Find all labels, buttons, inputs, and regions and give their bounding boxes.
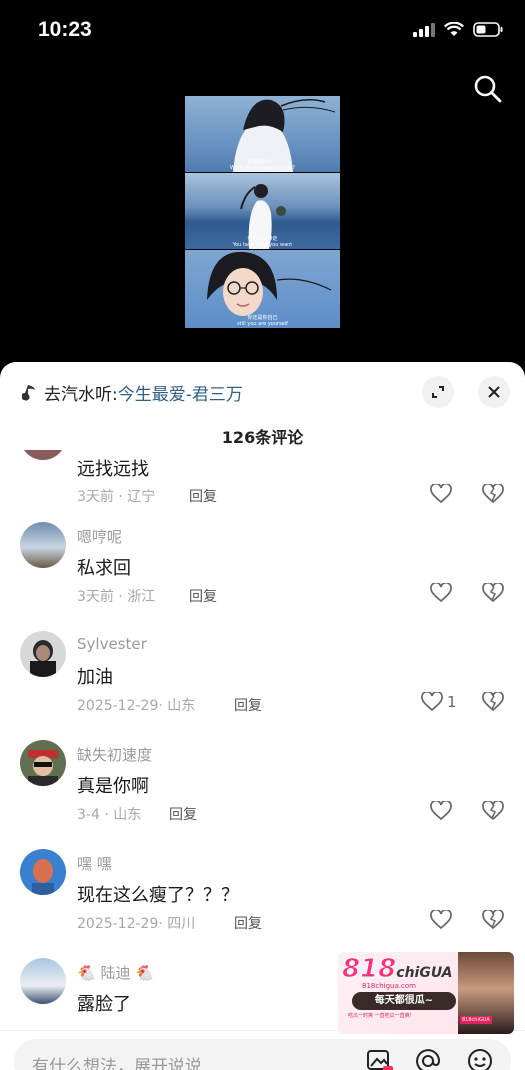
comment-text: 现在这么瘦了？？？ <box>77 885 239 906</box>
mention-icon[interactable] <box>414 1048 442 1070</box>
status-time: 10:23 <box>38 18 92 41</box>
video-frame-bottom: 你还是你自己 still you are yourself <box>185 250 340 328</box>
avatar[interactable] <box>20 522 66 568</box>
ad-logo: 818chiGUA <box>341 954 453 985</box>
video-frame-top: 你想说什么？ What do you want to say? <box>185 96 340 172</box>
username-decoration-icon: 🐔 <box>77 964 96 982</box>
avatar[interactable] <box>20 450 66 460</box>
comment-text: 加油 <box>77 667 113 688</box>
close-button[interactable] <box>478 376 510 408</box>
comment-meta: 2025-12-29· 四川 <box>77 916 196 932</box>
avatar-figure <box>32 859 54 895</box>
expand-button[interactable] <box>422 376 454 408</box>
dislike-icon[interactable] <box>482 801 504 821</box>
like-icon[interactable] <box>430 801 452 821</box>
reply-button[interactable]: 回复 <box>189 586 217 606</box>
comment-text: 私求回 <box>77 558 131 579</box>
comment-location: 浙江 <box>127 589 156 605</box>
username-text: 陆迪 <box>100 964 131 982</box>
avatar[interactable] <box>20 740 66 786</box>
comment-input-bar: 有什么想法，展开说说 <box>0 1030 525 1070</box>
comment-date: 3天前 <box>77 489 114 505</box>
cellular-signal-icon <box>413 22 435 37</box>
comment-input-placeholder: 有什么想法，展开说说 <box>32 1057 202 1070</box>
username-decoration-icon: 🐔 <box>135 964 154 982</box>
expand-icon <box>432 386 444 398</box>
comment-location: 辽宁 <box>127 489 156 505</box>
like-icon <box>421 692 443 712</box>
comment-meta: 3天前 · 辽宁 <box>77 489 156 505</box>
comment-username[interactable]: 嘿 嘿 <box>77 853 112 874</box>
reply-button[interactable]: 回复 <box>234 695 262 715</box>
emoji-icon[interactable] <box>466 1048 494 1070</box>
ad-logo-word: chiGUA <box>396 965 453 981</box>
comment-count: 126条评论 <box>221 428 304 447</box>
comment-username[interactable]: 🐔 陆迪 🐔 <box>77 962 154 983</box>
comment-location: 四川 <box>167 916 196 932</box>
like-icon[interactable] <box>430 484 452 504</box>
avatar[interactable] <box>20 958 66 1004</box>
comment-meta: 2025-12-29· 山东 <box>77 698 196 714</box>
video-player[interactable]: 你想说什么？ What do you want to say? 你把什么带走 Y… <box>185 96 340 328</box>
search-icon[interactable] <box>471 72 505 106</box>
close-icon <box>488 386 500 398</box>
ad-banner[interactable]: 818chiGUA 818chigua.com 每天都很瓜~ 吃瓜一时爽 一直吃… <box>338 952 514 1034</box>
avatar-figure <box>30 640 56 677</box>
reply-button[interactable]: 回复 <box>169 804 197 824</box>
comment-meta: 3-4 · 山东 <box>77 807 142 823</box>
ad-small-text: 吃瓜一时爽 一直吃瓜一直爽! <box>348 1013 412 1019</box>
like-button[interactable]: 1 <box>421 692 457 712</box>
dislike-icon[interactable] <box>482 692 504 712</box>
status-bar: 10:23 <box>0 0 525 60</box>
music-prefix: 去汽水听: <box>44 385 118 405</box>
subtitle-3-en: still you are yourself <box>237 321 288 327</box>
music-song[interactable]: 今生最爱-君三万 <box>118 380 243 405</box>
comment-text: 露脸了 <box>77 994 131 1015</box>
comment-date: 3-4 <box>77 807 100 823</box>
dislike-icon[interactable] <box>482 583 504 603</box>
comment-list[interactable]: 远找远找 3天前 · 辽宁 回复 嗯哼呢 私求回 3天前 · 浙江 回复 Syl… <box>0 450 525 1020</box>
comment-date: 3天前 <box>77 589 114 605</box>
comment-location: 山东 <box>113 807 142 823</box>
like-icon[interactable] <box>430 583 452 603</box>
image-icon[interactable] <box>366 1048 394 1070</box>
comment-date: 2025-12-29 <box>77 698 159 714</box>
ad-logo-number: 818 <box>341 954 397 985</box>
comment-location: 山东 <box>167 698 196 714</box>
dislike-icon[interactable] <box>482 484 504 504</box>
comment-text: 真是你啊 <box>77 776 149 797</box>
comment-username[interactable]: 嗯哼呢 <box>77 526 122 547</box>
subtitle-2-en: You take what you want <box>232 242 293 248</box>
wifi-icon <box>444 22 464 36</box>
comment-text: 远找远找 <box>77 459 149 480</box>
avatar[interactable] <box>20 849 66 895</box>
ad-tag: 818chiGUA <box>460 1016 492 1024</box>
comment-input[interactable]: 有什么想法，展开说说 <box>14 1039 511 1070</box>
avatar-figure <box>28 750 58 786</box>
avatar[interactable] <box>20 631 66 677</box>
battery-icon <box>473 22 503 37</box>
comment-username[interactable]: 缺失初速度 <box>77 744 152 765</box>
ad-slogan: 每天都很瓜~ <box>352 992 456 1010</box>
music-note-icon <box>22 384 35 401</box>
like-count: 1 <box>447 693 457 711</box>
reply-button[interactable]: 回复 <box>234 913 262 933</box>
status-icons <box>413 22 503 37</box>
subtitle-1-en: What do you want to say? <box>229 165 296 171</box>
ad-domain: 818chigua.com <box>362 982 416 990</box>
music-link[interactable]: 去汽水听: 今生最爱-君三万 <box>22 380 243 405</box>
reply-button[interactable]: 回复 <box>189 486 217 506</box>
like-icon[interactable] <box>430 910 452 930</box>
comment-meta: 3天前 · 浙江 <box>77 589 156 605</box>
comment-username[interactable]: Sylvester <box>77 635 147 653</box>
dislike-icon[interactable] <box>482 910 504 930</box>
comment-date: 2025-12-29 <box>77 916 159 932</box>
video-frame-middle: 你把什么带走 You take what you want <box>185 173 340 249</box>
